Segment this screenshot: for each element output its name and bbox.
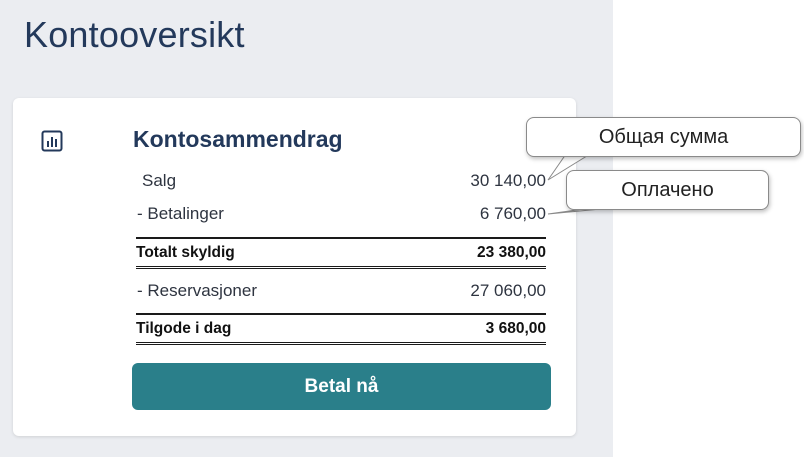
- row-label: Tilgode i dag: [136, 320, 232, 337]
- row-label: Totalt skyldig: [136, 244, 235, 261]
- row-amount: 30 140,00: [470, 171, 546, 190]
- row-amount: 23 380,00: [477, 244, 546, 261]
- row-credit-today: Tilgode i dag 3 680,00: [136, 313, 546, 345]
- row-label: Salg: [142, 171, 177, 190]
- pay-now-button[interactable]: Betal nå: [132, 363, 551, 410]
- row-total-owed: Totalt skyldig 23 380,00: [136, 237, 546, 269]
- row-label: - Betalinger: [137, 204, 224, 223]
- row-label: - Reservasjoner: [137, 281, 257, 300]
- row-amount: 27 060,00: [470, 281, 546, 300]
- row-payments: - Betalinger 6 760,00: [137, 204, 546, 224]
- callout-total: Общая сумма: [526, 117, 801, 157]
- row-amount: 3 680,00: [485, 320, 546, 337]
- row-sales: Salg 30 140,00: [137, 171, 546, 191]
- summary-title: Kontosammendrag: [133, 126, 343, 152]
- callout-paid: Оплачено: [566, 170, 769, 210]
- bar-chart-icon: [41, 130, 63, 152]
- page-title: Kontooversikt: [24, 14, 245, 55]
- row-amount: 6 760,00: [479, 204, 546, 223]
- row-reservations: - Reservasjoner 27 060,00: [137, 281, 546, 301]
